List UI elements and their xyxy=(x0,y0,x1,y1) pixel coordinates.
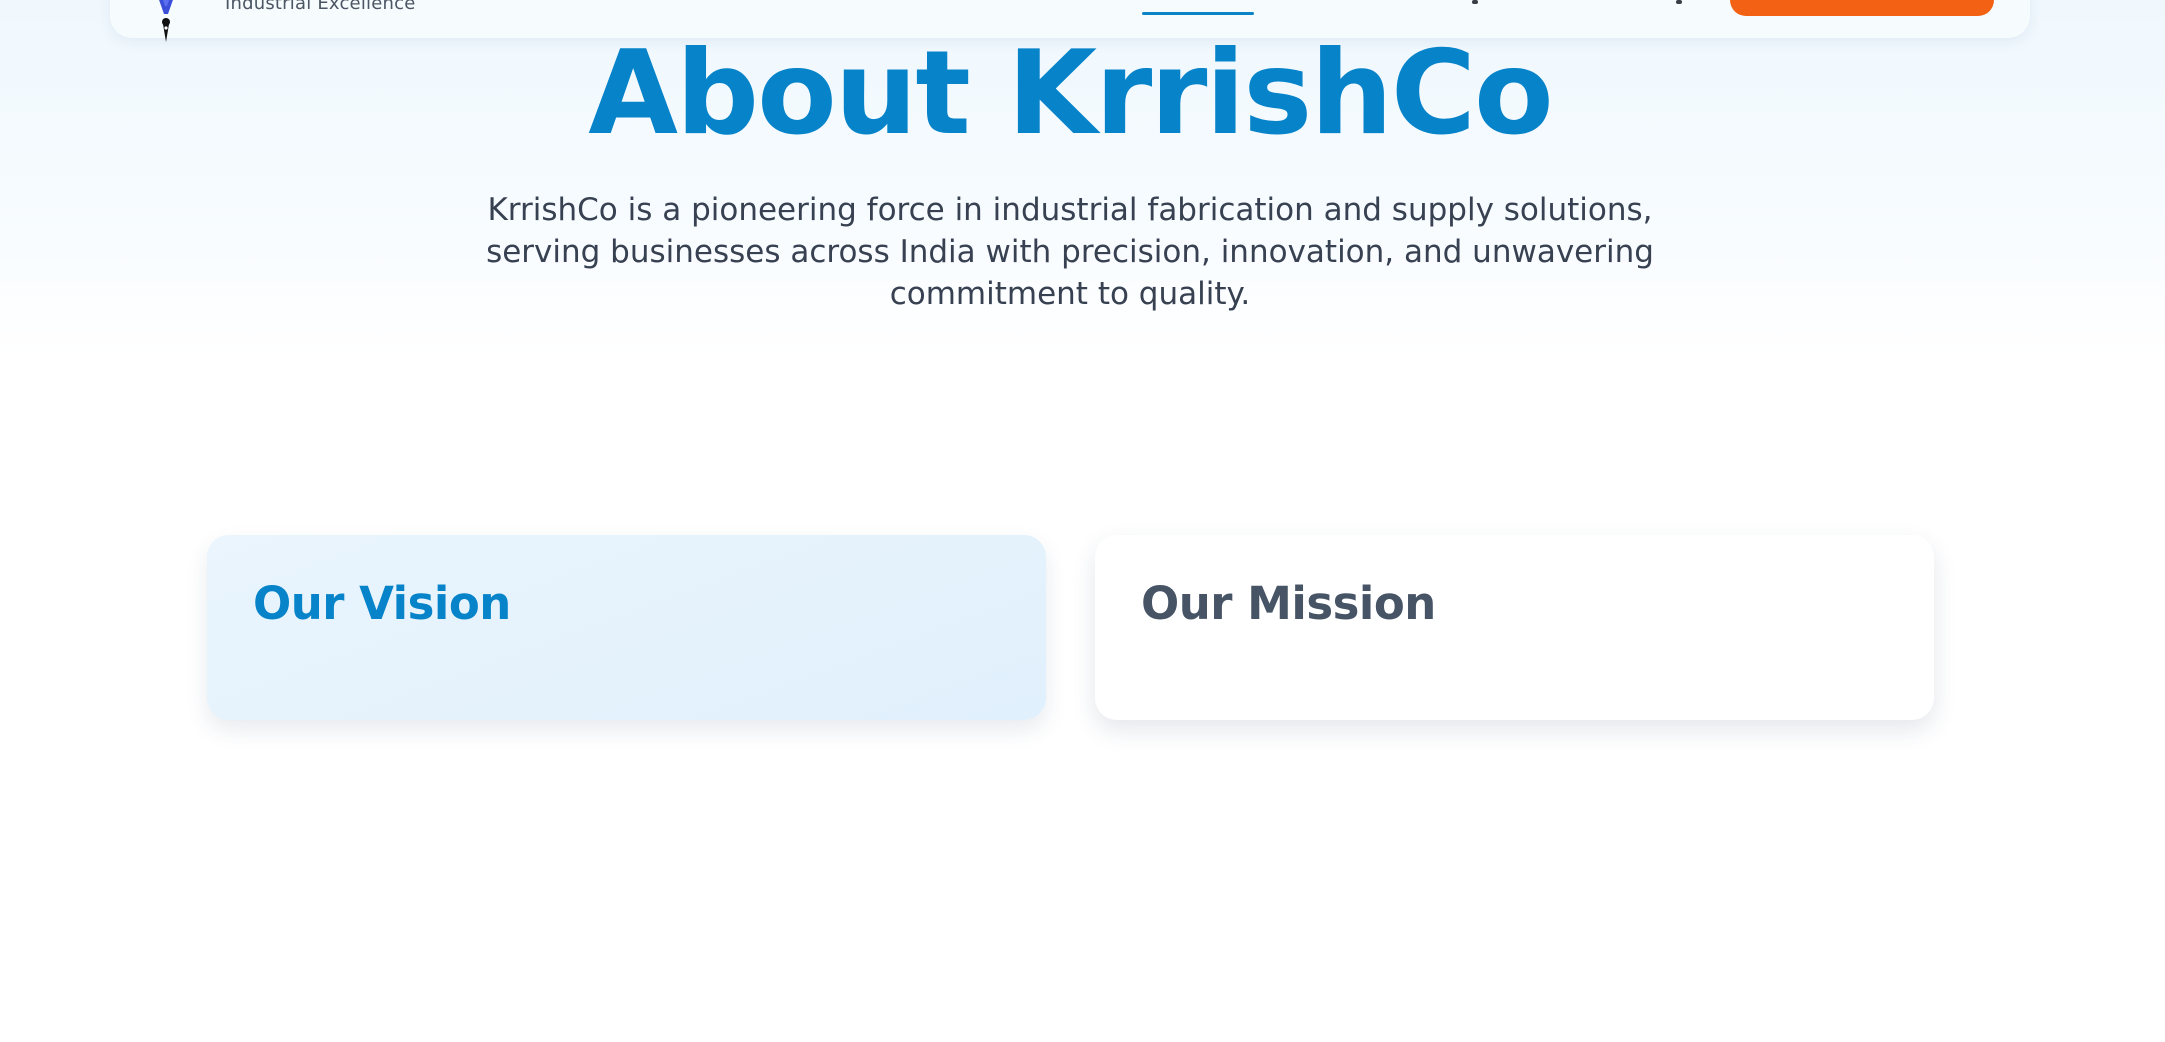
logo-tagline: Industrial Excellence xyxy=(225,0,416,14)
mission-card[interactable]: Our Mission xyxy=(1095,535,1934,720)
nav-item-fragment[interactable] xyxy=(1472,0,1478,4)
nav-item-fragment[interactable] xyxy=(1676,0,1682,4)
cta-button[interactable] xyxy=(1730,0,1994,16)
mission-card-title: Our Mission xyxy=(1141,577,1436,630)
hero-description: KrrishCo is a pioneering force in indust… xyxy=(486,192,1654,312)
vision-card[interactable]: Our Vision xyxy=(207,535,1046,720)
vision-card-title: Our Vision xyxy=(253,577,511,630)
nav-active-indicator xyxy=(1142,12,1254,15)
page-title: About KrrishCo xyxy=(588,26,1553,161)
